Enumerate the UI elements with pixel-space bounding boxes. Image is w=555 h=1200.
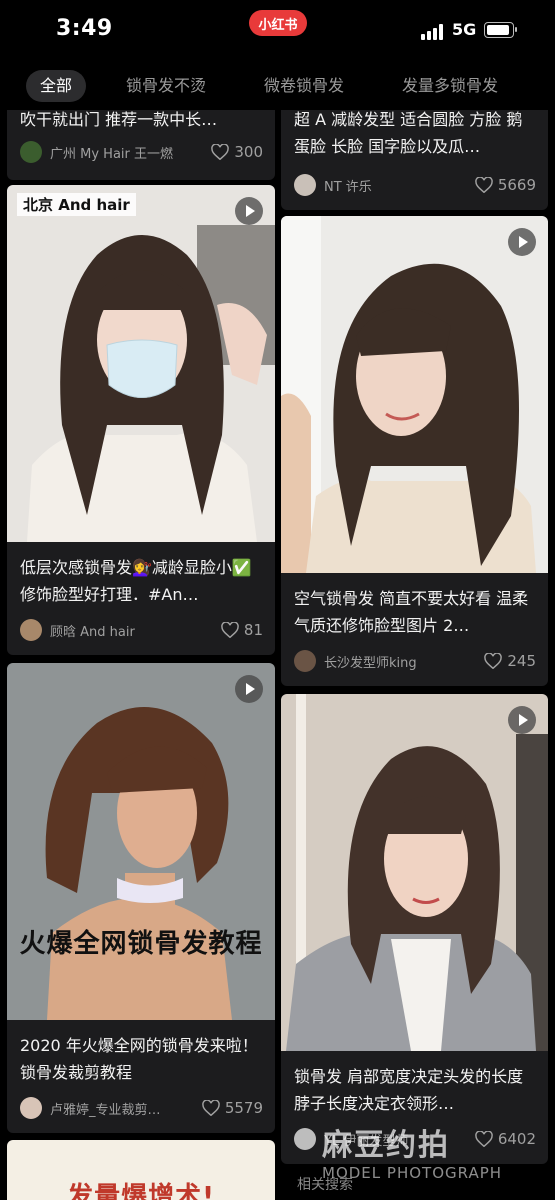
- note-meta: 卢雅婷_专业裁剪… 5579: [20, 1096, 263, 1120]
- heart-outline-icon: [211, 144, 230, 160]
- tab-slight-curl[interactable]: 微卷锁骨发: [264, 70, 344, 102]
- note-card[interactable]: 空气锁骨发 简直不要太好看 温柔气质还修饰脸型图片 2… 长沙发型师king 2…: [281, 216, 548, 686]
- cellular-signal-icon: [421, 24, 447, 40]
- avatar: [294, 650, 316, 672]
- avatar: [20, 1097, 42, 1119]
- status-time: 3:49: [56, 16, 113, 41]
- author-name: NT 许乐: [324, 179, 372, 195]
- cover-caption: 发量爆增术!: [67, 1182, 215, 1200]
- like-count[interactable]: 245: [484, 652, 536, 670]
- tab-thick-hair[interactable]: 发量多锁骨发: [402, 70, 498, 102]
- author-name: 顾晗 And hair: [50, 624, 135, 640]
- note-meta: 长沙发型师king 245: [294, 649, 536, 673]
- note-card[interactable]: 北京 And hair 低层次感锁骨发💇‍♀️减龄显脸小✅修饰脸型好打理．#An…: [7, 185, 275, 655]
- watermark-text: 麻豆约拍: [322, 1128, 450, 1163]
- note-card[interactable]: 火爆全网锁骨发教程 2020 年火爆全网的锁骨发来啦！ 锁骨发裁剪教程 卢雅婷_…: [7, 663, 275, 1133]
- heart-outline-icon: [202, 1100, 220, 1116]
- watermark: 麻豆约拍 MODEL PHOTOGRAPH: [322, 1120, 552, 1200]
- heart-outline-icon: [221, 622, 239, 638]
- play-icon[interactable]: [235, 197, 263, 225]
- note-card[interactable]: 超 A 减龄发型 适合圆脸 方脸 鹅蛋脸 长脸 国字脸以及瓜… NT 许乐 56…: [281, 110, 548, 210]
- cover-caption: 火爆全网锁骨发教程: [19, 929, 263, 959]
- note-meta: 顾晗 And hair 81: [20, 618, 263, 642]
- play-icon[interactable]: [508, 228, 536, 256]
- note-title: 2020 年火爆全网的锁骨发来啦！ 锁骨发裁剪教程: [20, 1036, 258, 1082]
- cover-photo: [7, 185, 275, 542]
- note-meta: 广州 My Hair 王一燃 300: [20, 140, 263, 164]
- avatar: [294, 1128, 316, 1150]
- note-title: 锁骨发 肩部宽度决定头发的长度 脖子长度决定衣领形…: [294, 1067, 524, 1113]
- play-icon[interactable]: [235, 675, 263, 703]
- avatar: [294, 174, 316, 196]
- watermark-subtext: MODEL PHOTOGRAPH: [322, 1164, 503, 1182]
- cover-photo: [281, 216, 548, 573]
- like-count[interactable]: 5579: [202, 1099, 263, 1117]
- tab-no-perm[interactable]: 锁骨发不烫: [126, 70, 206, 102]
- author-name: 长沙发型师king: [324, 655, 417, 671]
- note-title: 超 A 减龄发型 适合圆脸 方脸 鹅蛋脸 长脸 国字脸以及瓜…: [294, 110, 523, 156]
- play-icon[interactable]: [508, 706, 536, 734]
- note-cover-image: 北京 And hair: [7, 185, 275, 542]
- note-title: 空气锁骨发 简直不要太好看 温柔气质还修饰脸型图片 2…: [294, 589, 529, 635]
- author-name: 卢雅婷_专业裁剪…: [50, 1102, 161, 1118]
- note-title: 低层次感锁骨发💇‍♀️减龄显脸小✅修饰脸型好打理．#An…: [20, 558, 252, 604]
- note-card[interactable]: 发量爆增术!: [7, 1140, 275, 1200]
- cover-photo: [7, 663, 275, 1020]
- like-count[interactable]: 300: [211, 143, 263, 161]
- avatar: [20, 141, 42, 163]
- heart-outline-icon: [475, 177, 493, 193]
- tab-all[interactable]: 全部: [26, 70, 87, 102]
- note-card[interactable]: 吹干就出门 推荐一款中长… 广州 My Hair 王一燃 300: [7, 110, 275, 180]
- app-badge: 小红书: [249, 10, 307, 36]
- like-count[interactable]: 81: [221, 621, 263, 639]
- note-cover-image: 火爆全网锁骨发教程: [7, 663, 275, 1020]
- note-feed[interactable]: 吹干就出门 推荐一款中长… 广州 My Hair 王一燃 300 超 A 减龄发…: [0, 110, 555, 1200]
- note-card[interactable]: 锁骨发 肩部宽度决定头发的长度 脖子长度决定衣领形… YL 伊丽发型师 6402: [281, 694, 548, 1164]
- note-meta: NT 许乐 5669: [294, 173, 536, 197]
- status-bar: 3:49 小红书 5G: [0, 0, 555, 60]
- note-title: 吹干就出门 推荐一款中长…: [20, 110, 218, 129]
- note-cover-image: [281, 216, 548, 573]
- heart-outline-icon: [484, 653, 503, 669]
- author-name: 广州 My Hair 王一燃: [50, 146, 174, 162]
- cover-label: 北京 And hair: [17, 193, 136, 216]
- battery-icon: [484, 22, 517, 38]
- category-tabs: 全部 锁骨发不烫 微卷锁骨发 发量多锁骨发: [0, 62, 555, 110]
- cover-photo: [281, 694, 548, 1051]
- network-type: 5G: [452, 20, 477, 39]
- note-cover-image: [281, 694, 548, 1051]
- avatar: [20, 619, 42, 641]
- like-count[interactable]: 5669: [475, 176, 536, 194]
